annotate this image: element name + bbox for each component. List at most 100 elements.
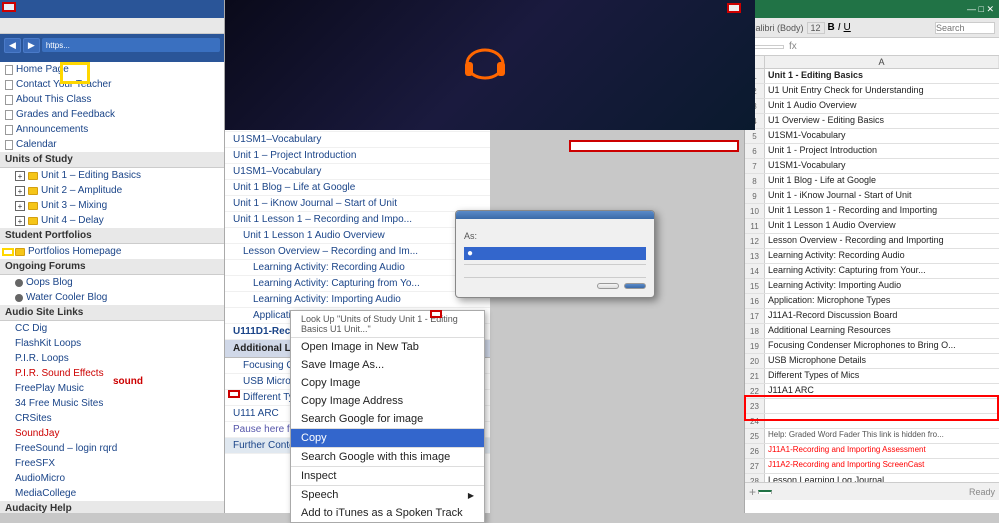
bb-titlebar <box>0 0 224 18</box>
bb-item-mediacollege[interactable]: MediaCollege <box>0 486 224 501</box>
excel-cell[interactable]: Unit 1 - iKnow Journal - Start of Unit <box>765 189 999 203</box>
sheet-tab-1[interactable] <box>758 490 772 494</box>
excel-cell[interactable]: Unit 1 Audio Overview <box>765 99 999 113</box>
bb-item-watercooler[interactable]: Water Cooler Blog <box>0 290 224 305</box>
bb-item-portfolios[interactable]: Portfolios Homepage <box>0 244 224 259</box>
bb-item-freesound[interactable]: FreeSound – login rqrd <box>0 441 224 456</box>
excel-cell[interactable]: Unit 1 Blog - Life at Google <box>765 174 999 188</box>
bb-forward-button[interactable]: ▶ <box>23 38 40 53</box>
course-item[interactable]: Unit 1 Blog – Life at Google <box>225 180 490 196</box>
excel-cell[interactable]: Unit 1 Lesson 1 Audio Overview <box>765 219 999 233</box>
bb-item-crsites[interactable]: CRSites <box>0 411 224 426</box>
excel-cell[interactable]: USB Microphone Details <box>765 354 999 368</box>
context-search-with-image[interactable]: Search Google with this image <box>291 448 484 466</box>
excel-cell[interactable]: Lesson Learning Log Journal <box>765 474 999 482</box>
excel-cell[interactable]: Learning Activity: Importing Audio <box>765 279 999 293</box>
context-inspect[interactable]: Inspect <box>291 467 484 485</box>
context-copy-address[interactable]: Copy Image Address <box>291 392 484 410</box>
excel-cell[interactable]: J11A1 ARC <box>765 384 999 398</box>
expand-icon[interactable]: + <box>15 186 25 196</box>
paste-unformatted-text[interactable]: ● <box>464 247 646 260</box>
bb-item-pir-loops[interactable]: P.I.R. Loops <box>0 351 224 366</box>
row-num: 23 <box>745 399 765 413</box>
bb-item-34free[interactable]: 34 Free Music Sites <box>0 396 224 411</box>
excel-cell[interactable]: Help: Graded Word Fader This link is hid… <box>765 429 999 443</box>
portfolios-section-title: Student Portfolios <box>0 228 224 244</box>
course-item[interactable]: Unit 1 – Project Introduction <box>225 148 490 164</box>
excel-cell[interactable]: Focusing Condenser Microphones to Bring … <box>765 339 999 353</box>
bb-item-soundjay[interactable]: SoundJay <box>0 426 224 441</box>
context-menu[interactable]: Look Up "Units of Study Unit 1 - Editing… <box>290 310 485 523</box>
excel-cell[interactable]: Additional Learning Resources <box>765 324 999 338</box>
excel-cell[interactable]: Application: Microphone Types <box>765 294 999 308</box>
excel-cell[interactable]: Lesson Overview - Recording and Importin… <box>765 234 999 248</box>
course-item[interactable]: Unit 1 Lesson 1 Audio Overview <box>225 228 490 244</box>
context-search-google[interactable]: Search Google for image <box>291 410 484 428</box>
excel-cell[interactable]: Different Types of Mics <box>765 369 999 383</box>
excel-row: 26 J11A1-Recording and Importing Assessm… <box>745 444 999 459</box>
bb-item-ccdig[interactable]: CC Dig <box>0 321 224 336</box>
expand-icon[interactable]: + <box>15 201 25 211</box>
bb-item-contact[interactable]: Contact Your Teacher <box>0 77 224 92</box>
course-item[interactable]: U1SM1–Vocabulary <box>225 132 490 148</box>
bb-item-pir-sfx[interactable]: P.I.R. Sound Effects <box>0 366 224 381</box>
bb-item-oops-blog[interactable]: Oops Blog <box>0 275 224 290</box>
excel-cell[interactable]: Learning Activity: Capturing from Your..… <box>765 264 999 278</box>
bb-item-unit4[interactable]: + Unit 4 – Delay <box>0 213 224 228</box>
context-copy-image[interactable]: Copy Image <box>291 374 484 392</box>
excel-cell[interactable]: Play on. This link is hidden from studen… <box>765 414 999 428</box>
course-item[interactable]: Learning Activity: Capturing from Yo... <box>225 276 490 292</box>
excel-cell[interactable]: Pause here for a bit. This link is hidde… <box>765 399 999 413</box>
bb-item-announcements[interactable]: Announcements <box>0 122 224 137</box>
excel-cell[interactable]: Unit 1 Lesson 1 - Recording and Importin… <box>765 204 999 218</box>
excel-cell[interactable]: U1 Unit Entry Check for Understanding <box>765 84 999 98</box>
context-add-itunes[interactable]: Add to iTunes as a Spoken Track <box>291 504 484 522</box>
underline-button[interactable]: U <box>844 22 851 33</box>
excel-cell[interactable]: J11A2-Recording and Importing ScreenCast <box>765 459 999 473</box>
row-num: 5 <box>745 129 765 143</box>
bb-item-unit1[interactable]: + Unit 1 – Editing Basics <box>0 168 224 183</box>
context-copy[interactable]: Copy <box>291 429 484 447</box>
context-save-image[interactable]: Save Image As... <box>291 356 484 374</box>
excel-cell[interactable]: Learning Activity: Recording Audio <box>765 249 999 263</box>
excel-row: 16 Application: Microphone Types <box>745 294 999 309</box>
ok-button[interactable] <box>624 283 646 289</box>
excel-cell[interactable]: J11A1-Record Discussion Board <box>765 309 999 323</box>
course-item[interactable]: Learning Activity: Recording Audio <box>225 260 490 276</box>
cancel-button[interactable] <box>597 283 619 289</box>
expand-icon[interactable]: + <box>15 216 25 226</box>
italic-button[interactable]: I <box>838 22 841 33</box>
course-item[interactable]: U1SM1–Vocabulary <box>225 164 490 180</box>
excel-cell[interactable]: U1SM1-Vocabulary <box>765 129 999 143</box>
excel-search-input[interactable] <box>935 22 995 34</box>
bb-item-grades[interactable]: Grades and Feedback <box>0 107 224 122</box>
context-open-image[interactable]: Open Image in New Tab <box>291 338 484 356</box>
excel-cell[interactable]: J11A1-Recording and Importing Assessment <box>765 444 999 458</box>
excel-cell[interactable]: U1 Overview - Editing Basics <box>765 114 999 128</box>
course-item[interactable]: Unit 1 – iKnow Journal – Start of Unit <box>225 196 490 212</box>
bb-item-calendar[interactable]: Calendar <box>0 137 224 152</box>
course-item[interactable]: Unit 1 Lesson 1 – Recording and Impo... <box>225 212 490 228</box>
excel-cell[interactable]: Unit 1 - Editing Basics <box>765 69 999 83</box>
bb-item-homepage[interactable]: Home Page <box>0 62 224 77</box>
bb-item-unit2[interactable]: + Unit 2 – Amplitude <box>0 183 224 198</box>
bb-item-about[interactable]: About This Class <box>0 92 224 107</box>
excel-cell[interactable]: U1SM1-Vocabulary <box>765 159 999 173</box>
excel-cell[interactable]: Unit 1 - Project Introduction <box>765 144 999 158</box>
bold-button[interactable]: B <box>828 22 835 33</box>
course-item[interactable]: Lesson Overview – Recording and Im... <box>225 244 490 260</box>
bb-url-bar[interactable]: https... <box>46 41 70 50</box>
bb-item-unit3[interactable]: + Unit 3 – Mixing <box>0 198 224 213</box>
audio-links-section-title: Audio Site Links <box>0 305 224 321</box>
expand-icon[interactable]: + <box>15 171 25 181</box>
course-item[interactable]: Learning Activity: Importing Audio <box>225 292 490 308</box>
context-lookup[interactable]: Look Up "Units of Study Unit 1 - Editing… <box>291 311 484 337</box>
bb-item-freeplay[interactable]: FreePlay Music <box>0 381 224 396</box>
bb-back-button[interactable]: ◀ <box>4 38 21 53</box>
bb-item-flashkit[interactable]: FlashKit Loops <box>0 336 224 351</box>
context-speech[interactable]: Speech ▶ <box>291 486 484 504</box>
circle-icon <box>15 294 23 302</box>
bb-item-audiomicro[interactable]: AudioMicro <box>0 471 224 486</box>
add-sheet-button[interactable]: + <box>749 485 756 499</box>
bb-item-freesfx[interactable]: FreeSFX <box>0 456 224 471</box>
